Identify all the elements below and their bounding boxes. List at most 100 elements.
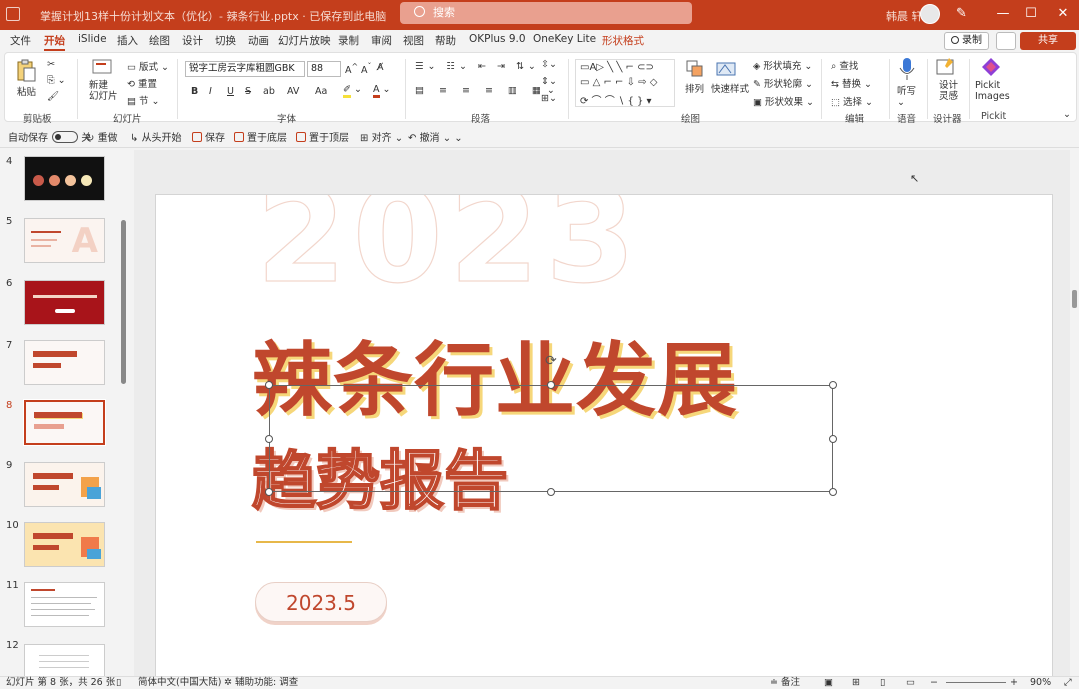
search-box[interactable]: 搜索 [400,2,692,24]
slide-thumb-8[interactable] [23,399,106,446]
shrink-font-button[interactable]: Aˇ [361,62,371,76]
align-button[interactable]: ⊞ 对齐 ⌄ [360,129,403,144]
align-text-icon[interactable]: ⇕⌄ [541,76,557,87]
tab-file[interactable]: 文件 [10,33,31,48]
spelling-icon[interactable]: ▯ [116,677,121,689]
shapes-gallery[interactable]: ▭A▷ ╲ ╲ ⌐ ⊂⊃ ▭ △ ⌐ ⌐ ⇩ ⇨ ◇ ⟳ ⌒ ⌒ ∖ { } ▾ [575,59,675,107]
format-painter-icon[interactable]: 🖌 [47,91,59,102]
resize-handle[interactable] [547,488,555,496]
selection-box[interactable] [269,385,833,492]
tab-view[interactable]: 视图 [403,33,424,48]
accessibility-status[interactable]: ✲ 辅助功能: 调查 [224,677,298,689]
date-badge[interactable]: 2023.5 [255,582,387,622]
tab-okplus[interactable]: OKPlus 9.0 [469,33,526,45]
grow-font-button[interactable]: A^ [345,62,358,76]
shape-fill-button[interactable]: ◈ 形状填充 ⌄ [753,58,812,72]
dictate-button[interactable] [897,57,917,81]
change-case-button[interactable]: Aa [315,86,327,97]
redo-button[interactable]: ↻ 重做 [86,129,118,144]
align-buttons[interactable]: ▤ ≡ ≡ ≡ ▥ ▦⌄ [415,85,561,96]
font-color-icon[interactable]: A ⌄ [373,84,390,98]
shadow-button[interactable]: ab [263,86,275,97]
zoom-slider[interactable] [946,682,1006,683]
smartart-icon[interactable]: ⊞⌄ [541,93,557,104]
normal-view-icon[interactable]: ▣ [824,677,833,689]
tab-transitions[interactable]: 切换 [215,33,236,48]
slide-thumb-6[interactable] [24,280,105,325]
tab-home[interactable]: 开始 [44,33,65,51]
slide-thumb-7[interactable] [24,340,105,385]
tab-onekey[interactable]: OneKey Lite [533,33,596,45]
thumbnail-scrollbar[interactable] [121,220,126,384]
from-beginning-button[interactable]: ↳ 从头开始 [130,129,182,144]
maximize-button[interactable]: ☐ [1018,3,1044,25]
reset-button[interactable]: ⟲ 重置 [127,76,157,90]
tab-record[interactable]: 录制 [338,33,359,48]
reading-view-icon[interactable]: ▯ [880,677,885,689]
slide-thumb-4[interactable] [24,156,105,201]
notes-button[interactable]: ≐ 备注 [770,677,800,689]
resize-handle[interactable] [547,381,555,389]
user-name[interactable]: 韩晨 轩 [886,8,923,24]
pen-icon[interactable]: ✎ [956,6,967,21]
strikethrough-button[interactable]: S [245,86,251,97]
char-spacing-button[interactable]: AV [287,86,299,97]
cut-icon[interactable]: ✂ [47,59,55,70]
close-button[interactable]: ✕ [1050,3,1076,25]
copy-icon[interactable]: ⎘ ⌄ [47,75,66,86]
language-status[interactable]: 简体中文(中国大陆) [138,677,221,689]
shape-effects-button[interactable]: ▣ 形状效果 ⌄ [753,94,814,108]
tab-shape-format[interactable]: 形状格式 [602,33,644,48]
share-button[interactable]: 共享 [1020,32,1076,50]
collapse-ribbon-icon[interactable]: ⌄ [1063,109,1071,120]
avatar[interactable] [920,4,940,24]
slide-sorter-icon[interactable]: ⊞ [852,677,860,689]
slide-thumb-9[interactable] [24,462,105,507]
clear-format-icon[interactable]: A̸ [377,62,384,73]
new-slide-button[interactable] [91,57,113,77]
tab-slideshow[interactable]: 幻灯片放映 [278,33,331,48]
paste-button[interactable] [15,59,37,83]
text-direction-icon[interactable]: ⇳⌄ [541,59,557,70]
section-button[interactable]: ▤ 节 ⌄ [127,93,160,107]
bold-button[interactable]: B [191,86,198,97]
comments-button[interactable] [996,32,1016,50]
find-button[interactable]: ⌕ 查找 [831,58,858,72]
slide-thumb-10[interactable] [24,522,105,567]
italic-button[interactable]: I [209,86,212,97]
tab-islide[interactable]: iSlide [78,33,107,45]
save-button[interactable]: 保存 [192,129,225,144]
list-buttons[interactable]: ☰⌄ ☷⌄ ⇤ ⇥ ⇅⌄ [415,61,540,72]
tab-review[interactable]: 审阅 [371,33,392,48]
resize-handle[interactable] [265,435,273,443]
zoom-in-icon[interactable]: + [1010,677,1018,689]
autosave-icon[interactable] [6,7,20,21]
shape-outline-button[interactable]: ✎ 形状轮廓 ⌄ [753,76,813,90]
pickit-button[interactable] [981,57,1001,77]
font-size-select[interactable]: 88 [307,61,341,77]
slide-thumb-11[interactable] [24,582,105,627]
quick-styles-button[interactable] [715,59,737,79]
tab-draw[interactable]: 绘图 [149,33,170,48]
scroll-thumb[interactable] [1072,290,1077,308]
tab-design[interactable]: 设计 [182,33,203,48]
undo-button[interactable]: ↶ 撤消 ⌄ ⌄ [408,129,463,144]
slideshow-icon[interactable]: ▭ [906,677,915,689]
minimize-button[interactable]: — [990,3,1016,25]
highlight-icon[interactable]: ✐ ⌄ [343,84,362,98]
zoom-level[interactable]: 90% [1030,677,1051,689]
bring-to-front-button[interactable]: 置于顶层 [296,129,349,144]
zoom-out-icon[interactable]: − [930,677,938,689]
send-to-back-button[interactable]: 置于底层 [234,129,287,144]
resize-handle[interactable] [829,435,837,443]
rotate-handle-icon[interactable]: ⟳ [545,354,561,370]
resize-handle[interactable] [829,381,837,389]
resize-handle[interactable] [265,381,273,389]
layout-button[interactable]: ▭ 版式 ⌄ [127,59,169,73]
resize-handle[interactable] [829,488,837,496]
slide[interactable]: 2023 辣条行业发展 趋势报告 2023.5 ⟳ [155,194,1053,676]
tab-help[interactable]: 帮助 [435,33,456,48]
slide-thumb-5[interactable]: A [24,218,105,263]
slide-thumb-12[interactable] [24,644,105,676]
tab-insert[interactable]: 插入 [117,33,138,48]
